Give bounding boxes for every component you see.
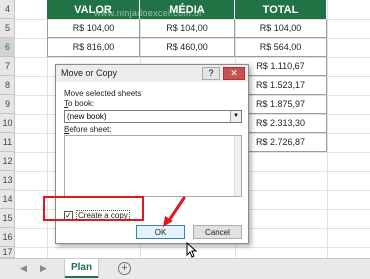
prev-sheet-icon[interactable]: ◀: [20, 263, 27, 274]
table-cell[interactable]: R$ 104,00: [235, 19, 327, 38]
row-headers: 4 5 6 7 8 9 10 11 12 13 14 15 16 17: [0, 0, 15, 258]
table-cell[interactable]: R$ 816,00: [47, 38, 140, 57]
to-book-select[interactable]: (new book) ▼: [64, 110, 242, 123]
add-sheet-icon[interactable]: +: [118, 262, 131, 275]
move-sheets-label: Move selected sheets: [64, 89, 142, 98]
sheet-tab-bar: ◀ ▶ Plan +: [0, 258, 370, 279]
row-header-selected[interactable]: 6: [0, 38, 15, 57]
close-button[interactable]: ✕: [223, 67, 245, 80]
to-book-value: (new book): [67, 112, 107, 121]
table-cell[interactable]: R$ 460,00: [140, 38, 235, 57]
before-sheet-list[interactable]: [64, 135, 242, 197]
row-header[interactable]: 9: [0, 95, 15, 114]
list-scrollbar[interactable]: [234, 136, 241, 196]
sheet-tab-plan[interactable]: Plan: [65, 259, 98, 278]
row-header[interactable]: 7: [0, 57, 15, 76]
row-header[interactable]: 15: [0, 209, 15, 228]
excel-window: 4 5 6 7 8 9 10 11 12 13 14 15 16 17 VALO…: [0, 0, 370, 279]
watermark: www.ninjadoexcel.com.br: [94, 8, 203, 18]
row-header[interactable]: 12: [0, 152, 15, 171]
highlight-box: [43, 196, 144, 221]
red-arrow-icon: [163, 196, 186, 227]
help-button[interactable]: ?: [202, 67, 220, 80]
mouse-cursor-icon: [186, 242, 198, 258]
row-header[interactable]: 13: [0, 171, 15, 190]
row-header[interactable]: 16: [0, 228, 15, 247]
dialog-titlebar[interactable]: Move or Copy ? ✕: [56, 65, 248, 82]
row-header[interactable]: 17: [0, 247, 15, 258]
row-header[interactable]: 10: [0, 114, 15, 133]
table-cell[interactable]: R$ 564,00: [235, 38, 327, 57]
row-header[interactable]: 8: [0, 76, 15, 95]
table-cell[interactable]: R$ 104,00: [140, 19, 235, 38]
dialog-title: Move or Copy: [61, 68, 118, 78]
row-header[interactable]: 5: [0, 19, 15, 38]
table-cell[interactable]: R$ 104,00: [47, 19, 140, 38]
to-book-label: To book:: [64, 99, 95, 108]
row-header[interactable]: 4: [0, 0, 15, 19]
column-header-total[interactable]: TOTAL: [235, 0, 327, 19]
next-sheet-icon[interactable]: ▶: [40, 263, 47, 274]
chevron-down-icon[interactable]: ▼: [230, 111, 241, 122]
row-header[interactable]: 11: [0, 133, 15, 152]
row-header[interactable]: 14: [0, 190, 15, 209]
cancel-button[interactable]: Cancel: [193, 225, 242, 239]
before-sheet-label: Before sheet:: [64, 125, 112, 134]
